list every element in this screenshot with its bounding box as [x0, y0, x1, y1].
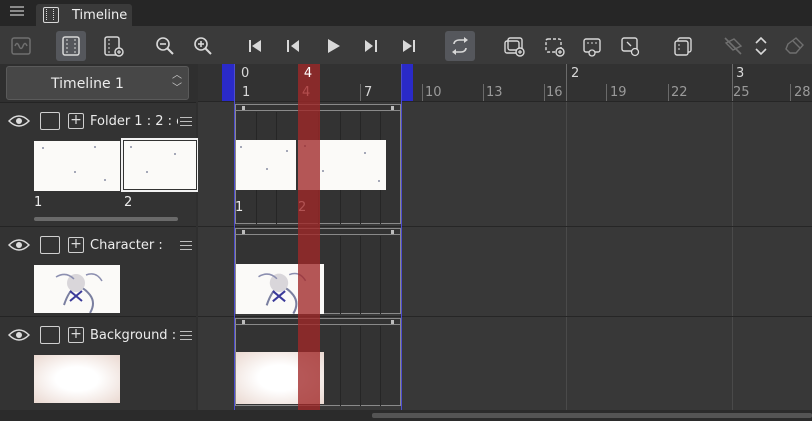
ruler-frame-label: 19	[610, 85, 627, 100]
frame-column-line	[360, 236, 361, 314]
layer-character[interactable]: + Character :	[0, 226, 196, 316]
prev-frame-icon[interactable]	[278, 31, 308, 61]
timeline-tab-label: Timeline	[72, 8, 128, 23]
ruler-tick	[732, 64, 733, 101]
ruler-frame-label: 1	[242, 85, 251, 100]
new-timeline-icon[interactable]	[98, 31, 128, 61]
expand-plus-icon[interactable]: +	[68, 327, 84, 343]
new-animation-folder-icon[interactable]	[499, 31, 529, 61]
frame-column-line	[360, 326, 361, 406]
track-cel-1[interactable]	[236, 140, 296, 190]
timeline-tab-icon	[43, 7, 59, 23]
ruler-tick	[790, 84, 791, 101]
cel-number: 2	[124, 195, 133, 210]
track-cel-number: 1	[235, 200, 244, 215]
layer-menu-icon[interactable]	[180, 114, 192, 129]
ruler-second-label: 2	[571, 66, 580, 81]
layer-name: Background :	[90, 328, 177, 343]
next-frame-icon[interactable]	[356, 31, 386, 61]
cel-number: 1	[34, 195, 43, 210]
cel-view-icon[interactable]	[56, 31, 86, 61]
visibility-eye-icon[interactable]	[8, 114, 30, 128]
horizontal-scrollbar[interactable]	[0, 410, 812, 421]
range-start-marker[interactable]	[222, 64, 234, 101]
raster-layer-icon	[40, 326, 60, 344]
cel-scrollbar[interactable]	[34, 217, 178, 221]
background-thumbnail	[34, 355, 120, 403]
playhead[interactable]	[298, 64, 320, 410]
delete-icon[interactable]	[780, 31, 810, 61]
specify-cels-icon[interactable]	[577, 31, 607, 61]
frame-column-line	[380, 326, 381, 406]
ruler-frame-label: 13	[486, 85, 503, 100]
frame-column-line	[340, 236, 341, 314]
cel-thumbnail-1[interactable]	[34, 141, 120, 191]
timeline-select-value: Timeline 1	[51, 76, 124, 92]
ruler-frame-label: 25	[733, 85, 750, 100]
ruler-second-label: 0	[241, 66, 250, 81]
range-end-marker[interactable]	[401, 64, 413, 101]
ruler-tick	[422, 84, 423, 101]
animation-folder-icon	[40, 112, 60, 130]
layer-menu-icon[interactable]	[180, 238, 192, 253]
assign-cel-icon[interactable]	[615, 31, 645, 61]
layer-name: Folder 1 : 2 : cel	[90, 114, 178, 129]
ruler-frame-label: 22	[671, 85, 688, 100]
visibility-eye-icon[interactable]	[8, 328, 30, 342]
zoom-out-icon[interactable]	[150, 31, 180, 61]
last-frame-icon[interactable]	[394, 31, 424, 61]
ruler-tick	[360, 84, 361, 101]
ruler-frame-label: 16	[546, 85, 563, 100]
play-icon[interactable]	[318, 31, 348, 61]
track-divider	[198, 226, 812, 227]
first-frame-icon[interactable]	[240, 31, 270, 61]
ruler-tick	[483, 84, 484, 101]
cel-thumbnail-2[interactable]	[121, 138, 199, 192]
ruler-tick	[566, 64, 567, 101]
expand-plus-icon[interactable]: +	[68, 113, 84, 129]
layer-menu-icon[interactable]	[180, 328, 192, 343]
scrollbar-thumb[interactable]	[372, 413, 812, 418]
frame-ruler[interactable]	[198, 64, 812, 102]
timeline-tab[interactable]: Timeline	[36, 4, 132, 26]
ruler-frame-label: 28	[794, 85, 811, 100]
timeline-spin-arrows-icon[interactable]: ︿ ﹀	[170, 69, 184, 97]
frame-column-line	[380, 236, 381, 314]
loop-icon[interactable]	[445, 31, 475, 61]
layer-name: Character :	[90, 238, 163, 253]
expand-plus-icon[interactable]: +	[68, 237, 84, 253]
timeline-toolbar	[0, 26, 812, 64]
ruler-frame-label: 10	[425, 85, 442, 100]
second-line	[732, 64, 733, 410]
second-line	[566, 64, 567, 410]
camera-off-icon[interactable]	[718, 31, 748, 61]
current-frame-label: 4	[303, 66, 313, 81]
ruler-frame-label: 7	[364, 85, 373, 100]
ruler-tick	[606, 84, 607, 101]
ruler-tick	[668, 84, 669, 101]
timeline-select[interactable]: Timeline 1 ︿ ﹀	[6, 66, 189, 100]
panel-tab-bar: Timeline	[0, 0, 812, 26]
panel-menu-icon[interactable]	[10, 4, 24, 18]
ruler-tick	[544, 84, 545, 101]
layer-background[interactable]: + Background :	[0, 316, 196, 410]
visibility-eye-icon[interactable]	[8, 238, 30, 252]
layer-folder-1[interactable]: + Folder 1 : 2 : cel 1 2	[0, 102, 199, 226]
raster-layer-icon	[40, 236, 60, 254]
track-divider	[198, 316, 812, 317]
waveform-icon[interactable]	[6, 31, 36, 61]
keyframe-icon[interactable]	[750, 31, 772, 61]
zoom-in-icon[interactable]	[188, 31, 218, 61]
new-animation-cel-icon[interactable]	[539, 31, 569, 61]
frame-column-line	[340, 326, 341, 406]
enable-onion-skin-icon[interactable]	[668, 31, 698, 61]
ruler-second-label: 3	[736, 66, 745, 81]
character-thumbnail	[34, 265, 120, 314]
range-end-line	[401, 64, 402, 410]
